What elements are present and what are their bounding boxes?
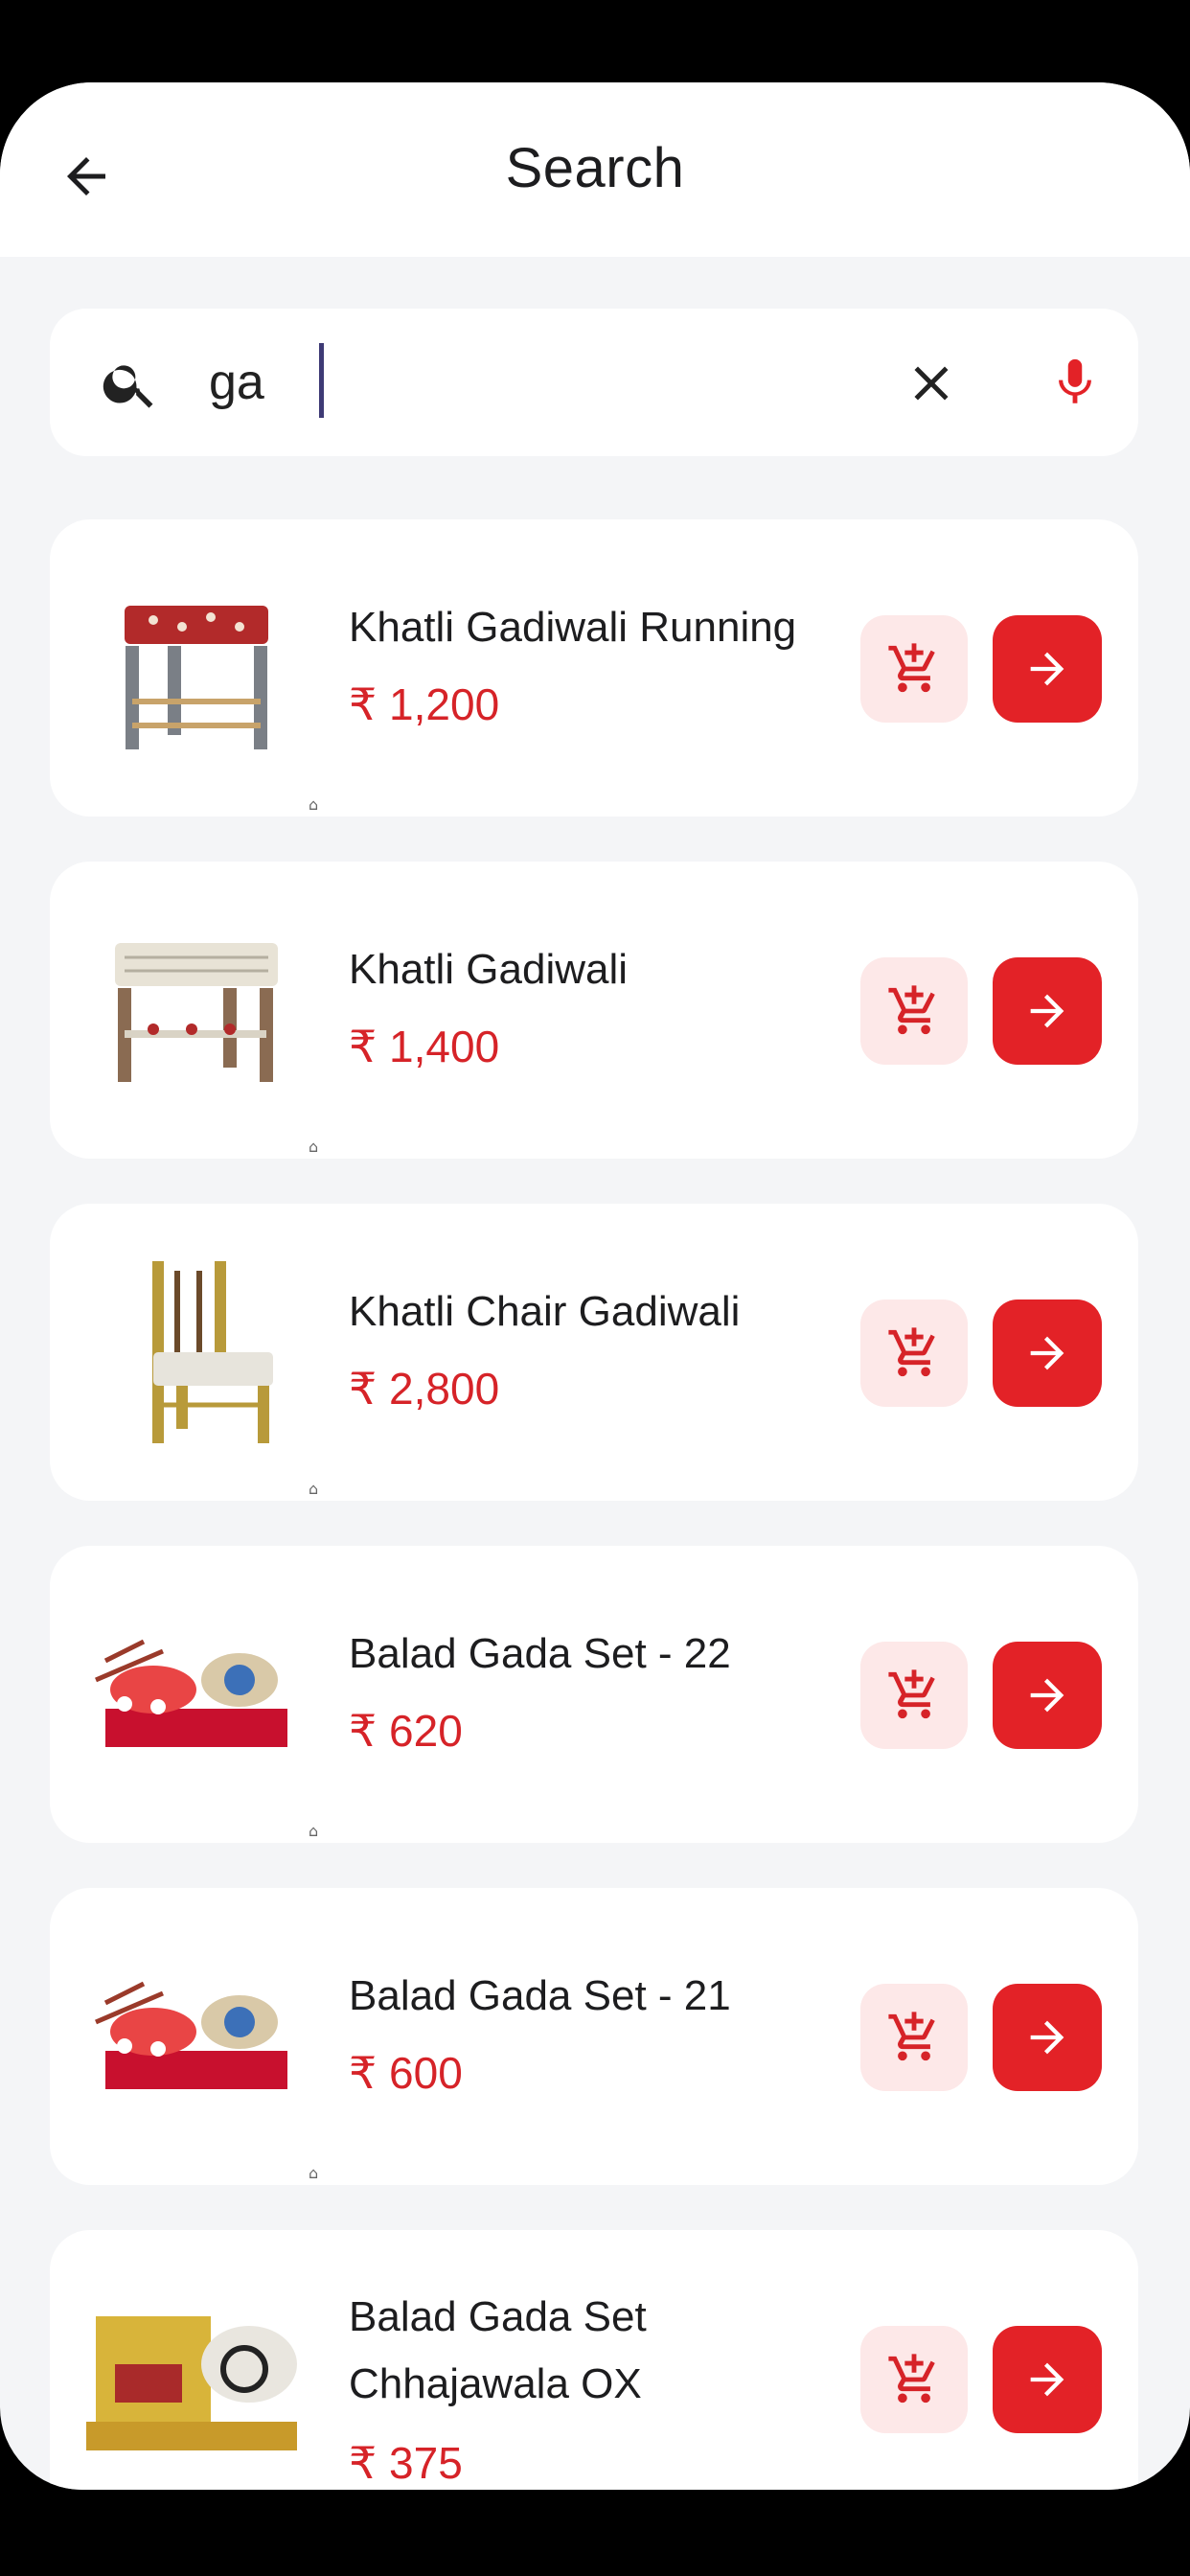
view-product-button[interactable] [993,1300,1102,1407]
product-price: ₹ 2,800 [349,1364,500,1414]
product-price: ₹ 1,200 [349,679,500,729]
view-product-button[interactable] [993,1642,1102,1749]
app-header: Search [0,82,1190,257]
product-price: ₹ 375 [349,2438,463,2488]
arrow-right-icon [1030,2362,1064,2397]
search-input[interactable] [209,339,880,426]
product-card[interactable]: ⌂ Khatli Chair Gadiwali ₹ 2,800 [50,1204,1138,1501]
add-shopping-cart-icon [888,985,935,1035]
microphone-icon[interactable] [1037,339,1113,426]
add-to-cart-button[interactable] [860,1300,968,1407]
product-name: Khatli Chair Gadiwali [349,1288,741,1335]
add-shopping-cart-icon [888,2012,935,2061]
add-shopping-cart-icon [888,2354,935,2404]
product-image[interactable]: ⌂ [86,1252,318,1498]
product-price: ₹ 600 [349,2048,463,2098]
product-card[interactable]: ⌂ Khatli Gadiwali ₹ 1,400 [50,862,1138,1159]
arrow-right-icon [1030,1336,1064,1370]
view-product-button[interactable] [993,615,1102,723]
product-price: ₹ 1,400 [349,1022,500,1071]
product-name: Balad Gada Set - 22 [349,1630,731,1677]
product-image[interactable]: ⌂ [86,567,318,814]
add-shopping-cart-icon [888,1669,935,1719]
product-image[interactable]: ⌂ [86,1936,318,2182]
text-cursor [319,343,324,418]
product-image[interactable]: ⌂ [86,1594,318,1840]
product-name: Khatli Gadiwali Running [349,604,797,651]
product-name: Khatli Gadiwali [349,946,629,993]
product-image[interactable]: ⌂ [86,909,318,1156]
add-to-cart-button[interactable] [860,1984,968,2091]
product-card[interactable]: ⌂ Khatli Gadiwali Running ₹ 1,200 [50,519,1138,816]
arrow-right-icon [1030,994,1064,1028]
product-price: ₹ 620 [349,1706,463,1756]
arrow-right-icon [1030,652,1064,686]
product-card[interactable]: ⌂ Balad Gada Set - 21 ₹ 600 [50,1888,1138,2185]
add-to-cart-button[interactable] [860,615,968,723]
close-icon[interactable] [893,345,970,422]
watermark-icon: ⌂ [309,1822,319,1840]
watermark-icon: ⌂ [309,2164,319,2182]
watermark-icon: ⌂ [309,1138,319,1156]
product-card[interactable]: ⌂ Balad Gada Set Chhajawala OX ₹ 375 [50,2230,1138,2490]
product-card[interactable]: ⌂ Balad Gada Set - 22 ₹ 620 [50,1546,1138,1843]
view-product-button[interactable] [993,1984,1102,2091]
add-to-cart-button[interactable] [860,2326,968,2433]
search-bar [50,309,1138,456]
watermark-icon: ⌂ [309,795,319,814]
arrow-right-icon [1030,2020,1064,2055]
view-product-button[interactable] [993,2326,1102,2433]
screen: Search ⌂ Khatli Gadiwali Running ₹ 1,200 ⌂ K… [0,82,1190,2490]
search-icon [92,345,169,422]
watermark-icon: ⌂ [309,1480,319,1498]
add-to-cart-button[interactable] [860,957,968,1065]
product-name: Balad Gada Set Chhajawala OX [349,2293,647,2407]
add-to-cart-button[interactable] [860,1642,968,1749]
add-shopping-cart-icon [888,643,935,693]
arrow-right-icon [1030,1678,1064,1713]
product-name: Balad Gada Set - 21 [349,1972,731,2019]
add-shopping-cart-icon [888,1327,935,1377]
view-product-button[interactable] [993,957,1102,1065]
page-title: Search [505,137,685,199]
product-image[interactable]: ⌂ [86,2278,307,2479]
